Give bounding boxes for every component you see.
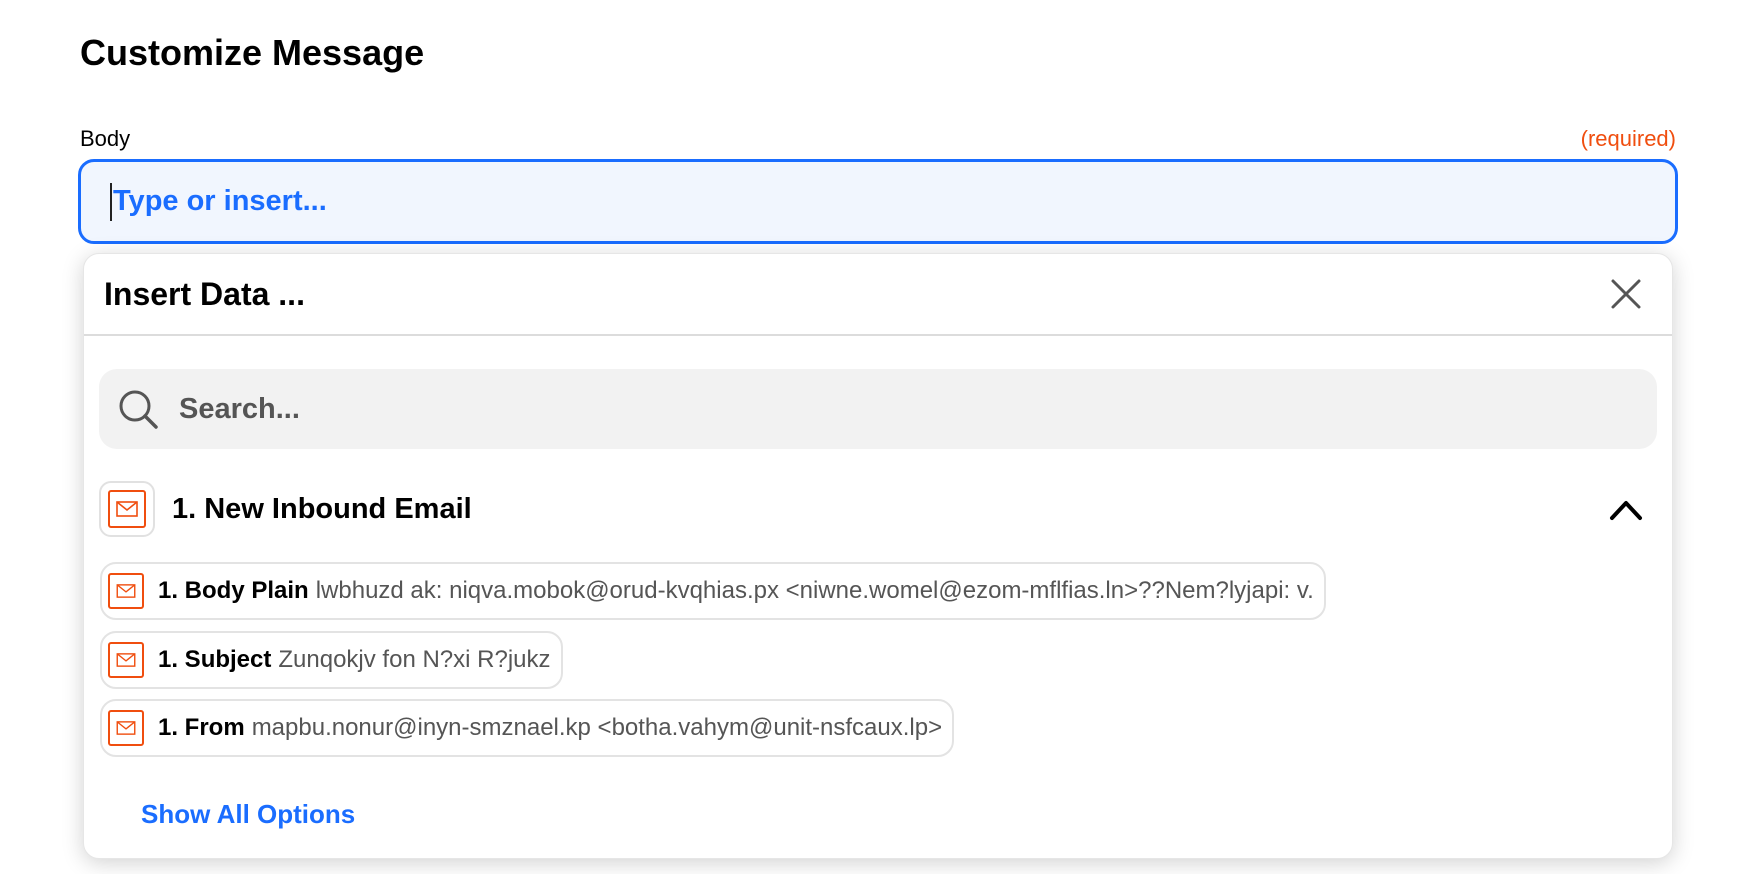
data-item-body-plain[interactable]: 1. Body Plain lwbhuzd ak: niqva.mobok@or… [100,562,1326,620]
group-title: 1. New Inbound Email [172,492,472,525]
body-field-label: Body [80,126,131,151]
page-title: Customize Message [80,32,425,73]
data-item-label: 1. Body Plain [158,577,309,604]
data-item-subject[interactable]: 1. Subject Zunqokjv fon N?xi R?jukz [100,631,563,689]
mail-icon [108,642,144,678]
data-item-value: Zunqokjv fon N?xi R?jukz [278,646,551,673]
required-indicator: (required) [1580,126,1676,151]
data-item-label: 1. From [158,714,245,741]
mail-icon [108,490,146,528]
search-placeholder: Search... [179,392,300,425]
app-icon-box [99,481,155,537]
insert-data-panel: Insert Data ... Search... 1. New Inbound… [83,253,1673,859]
text-caret [110,182,112,221]
group-new-inbound-email[interactable]: 1. New Inbound Email [99,481,472,537]
insert-data-title: Insert Data ... [104,276,305,312]
data-item-from[interactable]: 1. From mapbu.nonur@inyn-smznael.kp <bot… [100,699,955,757]
chevron-up-icon[interactable] [1608,494,1644,524]
show-all-options-link[interactable]: Show All Options [141,799,355,830]
header-divider [84,334,1672,336]
data-item-label: 1. Subject [158,646,272,673]
mail-icon [108,573,144,609]
search-input[interactable]: Search... [99,369,1657,449]
mail-icon [108,710,144,746]
body-input-placeholder: Type or insert... [113,185,327,217]
data-item-value: mapbu.nonur@inyn-smznael.kp <botha.vahym… [251,714,943,741]
close-icon[interactable] [1608,276,1644,312]
search-icon [119,390,158,429]
data-item-value: lwbhuzd ak: niqva.mobok@orud-kvqhias.px … [315,577,1314,604]
body-input[interactable]: Type or insert... [78,159,1678,244]
